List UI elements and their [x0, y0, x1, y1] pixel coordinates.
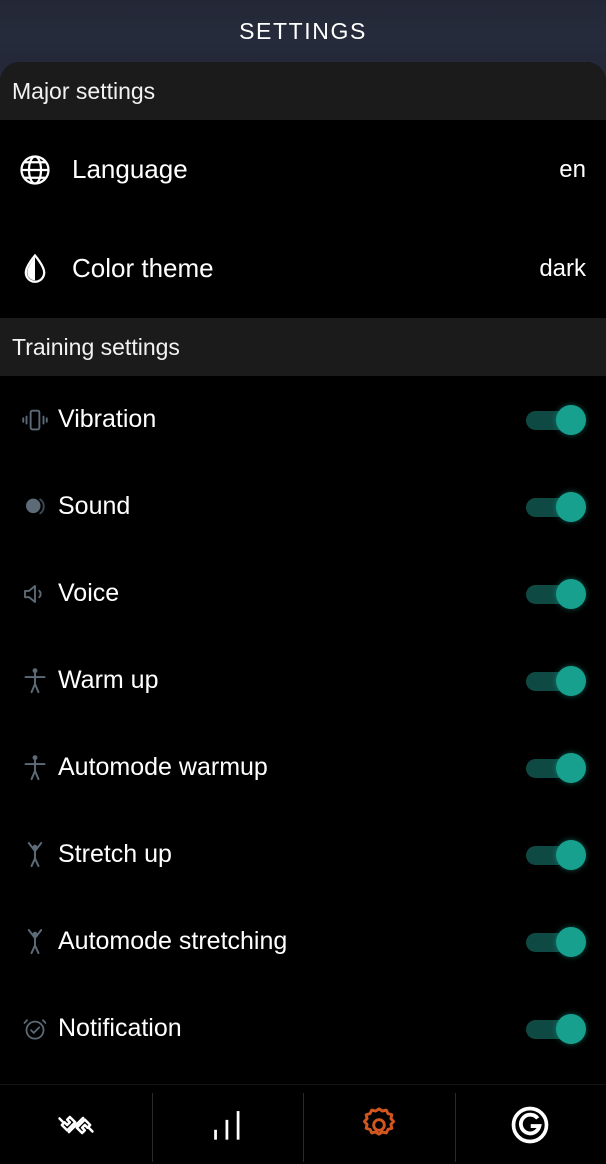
- toggle-stretch-up[interactable]: [524, 839, 586, 870]
- vibration-icon: [12, 405, 58, 435]
- setting-row-sound[interactable]: Sound: [0, 463, 606, 550]
- toggle-voice[interactable]: [524, 578, 586, 609]
- toggle-knob: [556, 752, 586, 783]
- setting-label: Color theme: [72, 253, 214, 283]
- section-title: Major settings: [12, 77, 156, 104]
- toggle-notification[interactable]: [524, 1013, 586, 1044]
- settings-list[interactable]: Major settings Language en Color theme d…: [0, 62, 606, 1084]
- toggle-knob: [556, 404, 586, 435]
- setting-row-language[interactable]: Language en: [0, 120, 606, 219]
- setting-value-language: en: [559, 155, 586, 183]
- setting-row-vibration[interactable]: Vibration: [0, 376, 606, 463]
- bottom-navigation: [0, 1084, 606, 1164]
- setting-row-voice[interactable]: Voice: [0, 550, 606, 637]
- water-drop-icon: [12, 252, 58, 286]
- content-panel: Major settings Language en Color theme d…: [0, 62, 606, 1084]
- setting-row-automode-warmup[interactable]: Automode warmup: [0, 724, 606, 811]
- dumbbell-icon: [53, 1102, 99, 1148]
- sound-icon: [12, 493, 58, 521]
- globe-icon: [12, 152, 58, 188]
- toggle-knob: [556, 1013, 586, 1044]
- person-warmup-icon: [12, 666, 58, 696]
- toggle-vibration[interactable]: [524, 404, 586, 435]
- setting-label: Vibration: [58, 405, 157, 433]
- nav-tab-workouts[interactable]: [0, 1085, 152, 1164]
- setting-label: Language: [72, 154, 188, 184]
- section-header-major: Major settings: [0, 62, 606, 120]
- bar-chart-icon: [205, 1103, 249, 1147]
- setting-label: Voice: [58, 579, 120, 607]
- toggle-warm-up[interactable]: [524, 665, 586, 696]
- setting-row-stretch-up[interactable]: Stretch up: [0, 811, 606, 898]
- setting-value-color-theme: dark: [539, 254, 586, 282]
- setting-row-automode-stretching[interactable]: Automode stretching: [0, 898, 606, 985]
- settings-screen: SETTINGS Major settings Language en Colo…: [0, 0, 606, 1164]
- setting-row-warm-up[interactable]: Warm up: [0, 637, 606, 724]
- alarm-check-icon: [12, 1015, 58, 1043]
- setting-label: Automode stretching: [58, 927, 288, 955]
- toggle-automode-stretching[interactable]: [524, 926, 586, 957]
- g-logo-icon: [508, 1103, 552, 1147]
- toggle-knob: [556, 926, 586, 957]
- toggle-knob: [556, 839, 586, 870]
- person-warmup-icon: [12, 753, 58, 783]
- toggle-knob: [556, 491, 586, 522]
- nav-tab-settings[interactable]: [303, 1085, 455, 1164]
- gear-icon: [357, 1103, 401, 1147]
- app-header: SETTINGS: [0, 0, 606, 62]
- setting-label: Notification: [58, 1014, 182, 1042]
- nav-tab-statistics[interactable]: [151, 1085, 304, 1164]
- page-title: SETTINGS: [239, 17, 367, 44]
- content-panel-wrapper: Major settings Language en Color theme d…: [0, 62, 606, 1084]
- setting-label: Stretch up: [58, 840, 172, 868]
- section-title: Training settings: [12, 333, 180, 360]
- toggle-knob: [556, 578, 586, 609]
- setting-row-notification[interactable]: Notification: [0, 985, 606, 1072]
- voice-icon: [12, 579, 58, 609]
- setting-row-color-theme[interactable]: Color theme dark: [0, 219, 606, 318]
- toggle-automode-warmup[interactable]: [524, 752, 586, 783]
- setting-label: Warm up: [58, 666, 159, 694]
- person-stretch-icon: [12, 927, 58, 957]
- toggle-knob: [556, 665, 586, 696]
- toggle-sound[interactable]: [524, 491, 586, 522]
- setting-label: Automode warmup: [58, 753, 268, 781]
- nav-tab-about[interactable]: [454, 1085, 606, 1164]
- person-stretch-icon: [12, 840, 58, 870]
- setting-label: Sound: [58, 492, 131, 520]
- section-header-training: Training settings: [0, 318, 606, 376]
